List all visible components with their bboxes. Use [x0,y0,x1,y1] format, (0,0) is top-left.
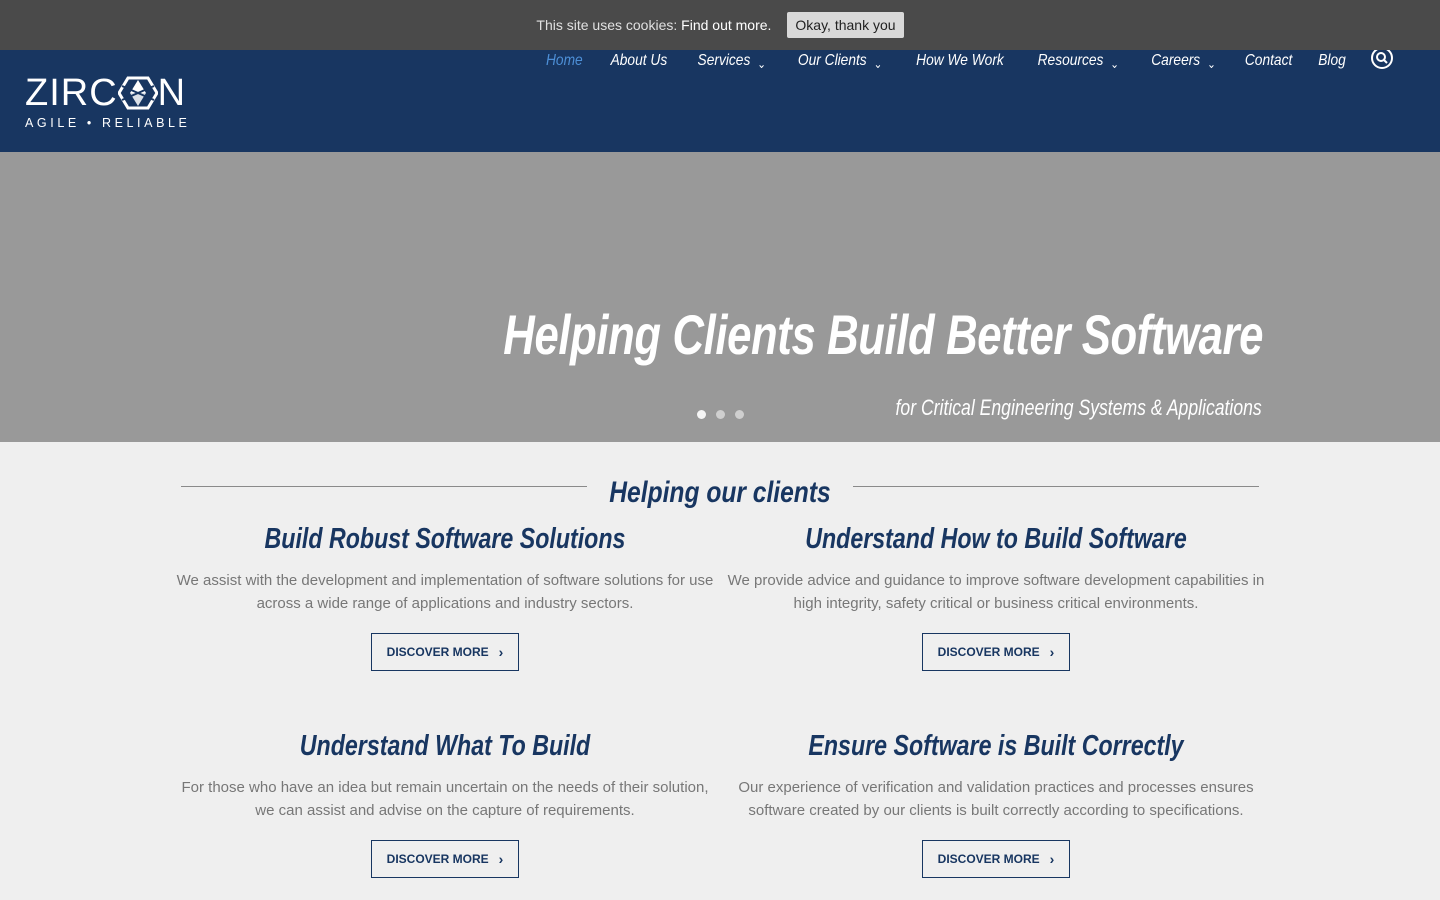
card-title: Understand How to Build Software [805,523,1187,555]
nav-item-our-clients[interactable]: Our Clients ⌄ [798,51,882,71]
discover-more-button[interactable]: DISCOVER MORE › [922,840,1070,878]
card-text: Our experience of verification and valid… [738,779,1254,819]
nav-item-careers[interactable]: Careers ⌄ [1151,51,1215,71]
card-text: We assist with the development and imple… [176,572,714,612]
chevron-right-icon: › [498,644,504,660]
nav-item-resources[interactable]: Resources ⌄ [1038,51,1119,71]
card-text: We provide advice and guidance to improv… [727,572,1265,612]
hero-subtitle: for Critical Engineering Systems & Appli… [895,395,1262,420]
service-card: Ensure Software is Built Correctly Our e… [726,730,1266,878]
cookie-banner: This site uses cookies: Find out more. O… [0,0,1440,50]
logo-wordmark: ZIRC N [25,74,191,112]
service-card: Understand What To Build For those who h… [175,730,715,878]
nav-item-services[interactable]: Services ⌄ [697,51,765,71]
slider-dot-3[interactable] [735,410,744,419]
logo-tagline: AGILE • RELIABLE [25,116,191,130]
slider-dot-2[interactable] [716,410,725,419]
chevron-down-icon: ⌄ [873,57,883,71]
nav-item-home[interactable]: Home [546,52,583,70]
chevron-down-icon: ⌄ [1206,57,1216,71]
cookie-message-text: This site uses cookies: [536,17,678,33]
nav-item-blog[interactable]: Blog [1318,52,1346,70]
logo-word-left: ZIRC [25,72,118,114]
chevron-down-icon: ⌄ [757,57,766,71]
main-nav: Home About Us Services ⌄ Our Clients ⌄ How… [523,50,1348,72]
cookie-message: This site uses cookies: Find out more. [536,17,771,33]
service-card: Understand How to Build Software We prov… [726,523,1266,671]
discover-more-button[interactable]: DISCOVER MORE › [371,633,519,671]
chevron-right-icon: › [498,851,504,867]
search-icon [1376,52,1388,64]
cookie-find-out-more-link[interactable]: Find out more. [681,17,771,33]
logo-word-right: N [157,72,187,114]
nav-item-about-us[interactable]: About Us [611,52,668,70]
logo-hexagon-icon [117,76,158,110]
hero-slider: Helping Clients Build Better Software fo… [0,152,1440,442]
slider-dots [697,410,744,419]
discover-more-button[interactable]: DISCOVER MORE › [371,840,519,878]
card-title: Ensure Software is Built Correctly [808,730,1184,762]
chevron-right-icon: › [1049,644,1055,660]
section-title: Helping our clients [609,476,831,509]
search-button[interactable] [1371,47,1393,69]
hero-title: Helping Clients Build Better Software [503,303,1263,366]
cookie-accept-button[interactable]: Okay, thank you [787,12,904,38]
card-title: Build Robust Software Solutions [264,523,626,555]
discover-more-button[interactable]: DISCOVER MORE › [922,633,1070,671]
card-title: Understand What To Build [299,730,591,762]
nav-item-how-we-work[interactable]: How We Work [917,52,1005,70]
site-header: ZIRC N AGILE • RELIABLE Home About Us Se… [0,47,1440,152]
nav-item-contact[interactable]: Contact [1245,52,1292,70]
card-text: For those who have an idea but remain un… [181,779,709,819]
service-card: Build Robust Software Solutions We assis… [175,523,715,671]
logo[interactable]: ZIRC N AGILE • RELIABLE [25,74,191,130]
chevron-right-icon: › [1049,851,1055,867]
slider-dot-1[interactable] [697,410,706,419]
chevron-down-icon: ⌄ [1110,57,1120,71]
